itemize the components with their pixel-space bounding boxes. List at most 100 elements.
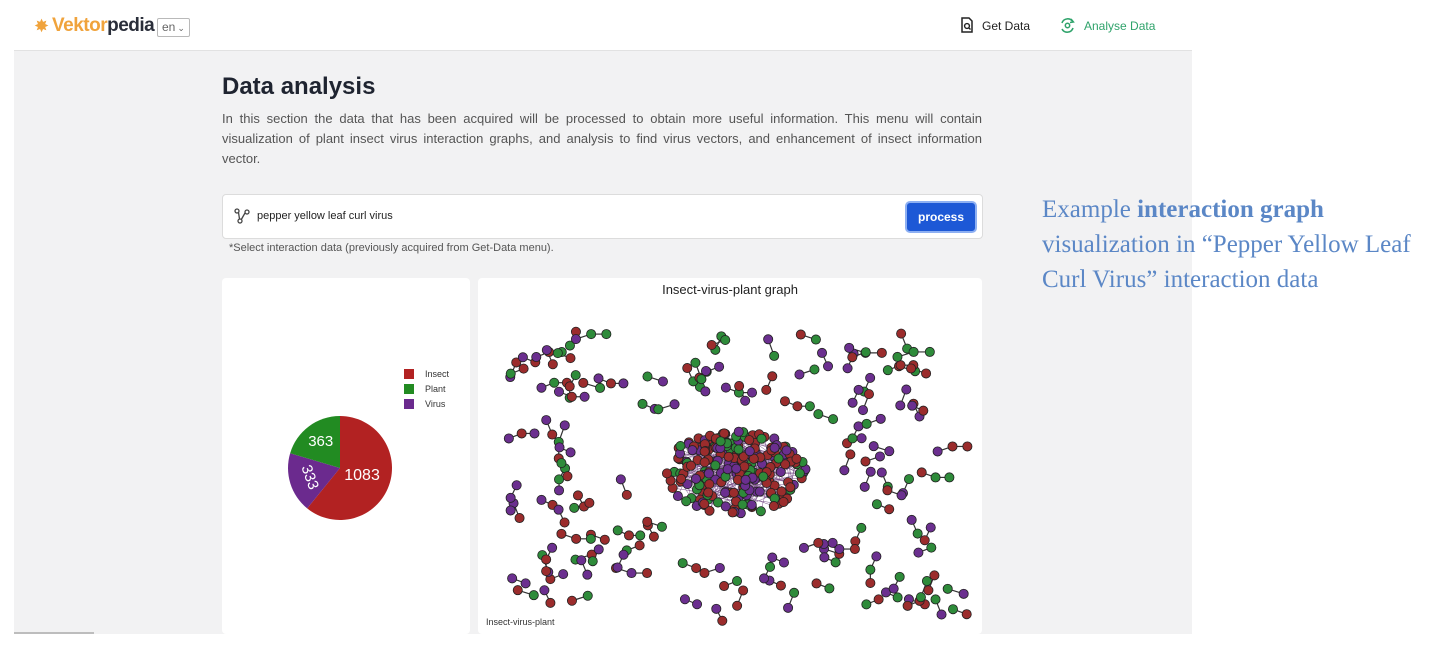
graph-node[interactable] [798, 542, 809, 553]
graph-node[interactable] [528, 590, 539, 601]
graph-node[interactable] [618, 378, 629, 389]
graph-node[interactable] [675, 441, 686, 452]
graph-node[interactable] [746, 499, 757, 510]
graph-node[interactable] [907, 400, 918, 411]
graph-node[interactable] [727, 507, 738, 518]
graph-node[interactable] [918, 405, 929, 416]
graph-node[interactable] [704, 479, 715, 490]
graph-node[interactable] [791, 453, 802, 464]
graph-node[interactable] [529, 428, 540, 439]
graph-node[interactable] [505, 492, 516, 503]
graph-node[interactable] [717, 615, 728, 626]
graph-node[interactable] [773, 453, 784, 464]
graph-node[interactable] [554, 485, 565, 496]
graph-node[interactable] [714, 361, 725, 372]
graph-node[interactable] [733, 426, 744, 437]
graph-node[interactable] [767, 552, 778, 563]
graph-node[interactable] [564, 381, 575, 392]
graph-node[interactable] [562, 471, 573, 482]
graph-node[interactable] [860, 456, 871, 467]
graph-node[interactable] [559, 517, 570, 528]
graph-node[interactable] [578, 377, 589, 388]
graph-node[interactable] [763, 334, 774, 345]
graph-node[interactable] [615, 474, 626, 485]
graph-node[interactable] [642, 516, 653, 527]
graph-node[interactable] [690, 473, 701, 484]
graph-node[interactable] [813, 537, 824, 548]
graph-node[interactable] [541, 566, 552, 577]
graph-node[interactable] [711, 603, 722, 614]
graph-node[interactable] [642, 371, 653, 382]
graph-node[interactable] [895, 360, 906, 371]
graph-node[interactable] [696, 374, 707, 385]
graph-node[interactable] [896, 490, 907, 501]
graph-node[interactable] [859, 481, 870, 492]
graph-node[interactable] [827, 537, 838, 548]
graph-node[interactable] [847, 352, 858, 363]
graph-node[interactable] [565, 353, 576, 364]
graph-node[interactable] [768, 501, 779, 512]
graph-node[interactable] [549, 377, 560, 388]
graph-node[interactable] [547, 429, 558, 440]
graph-node[interactable] [599, 534, 610, 545]
graph-node[interactable] [566, 595, 577, 606]
graph-node[interactable] [767, 371, 778, 382]
graph-node[interactable] [648, 531, 659, 542]
graph-node[interactable] [699, 498, 710, 509]
graph-node[interactable] [531, 352, 542, 363]
graph-node[interactable] [554, 474, 565, 485]
graph-node[interactable] [618, 549, 629, 560]
graph-node[interactable] [692, 599, 703, 610]
graph-node[interactable] [809, 364, 820, 375]
horizontal-scrollbar[interactable] [14, 632, 94, 634]
legend-item-virus[interactable]: Virus [404, 396, 449, 411]
graph-node[interactable] [685, 460, 696, 471]
graph-node[interactable] [944, 472, 955, 483]
graph-node[interactable] [758, 471, 769, 482]
graph-node[interactable] [672, 491, 683, 502]
graph-node[interactable] [731, 463, 742, 474]
graph-node[interactable] [505, 505, 516, 516]
interaction-data-selector[interactable]: pepper yellow leaf curl virus process [222, 194, 983, 239]
graph-node[interactable] [913, 547, 924, 558]
graph-node[interactable] [785, 482, 796, 493]
graph-node[interactable] [734, 380, 745, 391]
graph-node[interactable] [769, 442, 780, 453]
graph-node[interactable] [795, 329, 806, 340]
graph-node[interactable] [719, 581, 730, 592]
graph-node[interactable] [908, 346, 919, 357]
graph-node[interactable] [892, 351, 903, 362]
graph-node[interactable] [811, 578, 822, 589]
graph-node[interactable] [556, 528, 567, 539]
graph-node[interactable] [586, 329, 597, 340]
graph-node[interactable] [929, 570, 940, 581]
graph-node[interactable] [624, 530, 635, 541]
legend-item-insect[interactable]: Insect [404, 366, 449, 381]
graph-node[interactable] [759, 573, 770, 584]
graph-node[interactable] [569, 502, 580, 513]
graph-node[interactable] [744, 446, 755, 457]
graph-node[interactable] [754, 486, 765, 497]
graph-node[interactable] [595, 382, 606, 393]
graph-node[interactable] [585, 533, 596, 544]
graph-node[interactable] [558, 569, 569, 580]
graph-node[interactable] [936, 609, 947, 620]
graph-node[interactable] [842, 363, 853, 374]
graph-node[interactable] [871, 551, 882, 562]
graph-node[interactable] [642, 568, 653, 579]
graph-node[interactable] [554, 442, 565, 453]
graph-node[interactable] [924, 346, 935, 357]
nav-get-data[interactable]: Get Data [960, 17, 1030, 34]
interaction-network-graph[interactable] [478, 278, 982, 634]
graph-node[interactable] [679, 594, 690, 605]
nav-analyse-data[interactable]: Analyse Data [1059, 17, 1155, 34]
graph-node[interactable] [868, 441, 879, 452]
graph-node[interactable] [876, 467, 887, 478]
graph-node[interactable] [781, 445, 792, 456]
graph-node[interactable] [930, 472, 941, 483]
graph-node[interactable] [733, 444, 744, 455]
graph-node[interactable] [715, 436, 726, 447]
graph-node[interactable] [723, 451, 734, 462]
graph-node[interactable] [714, 562, 725, 573]
graph-node[interactable] [601, 329, 612, 340]
